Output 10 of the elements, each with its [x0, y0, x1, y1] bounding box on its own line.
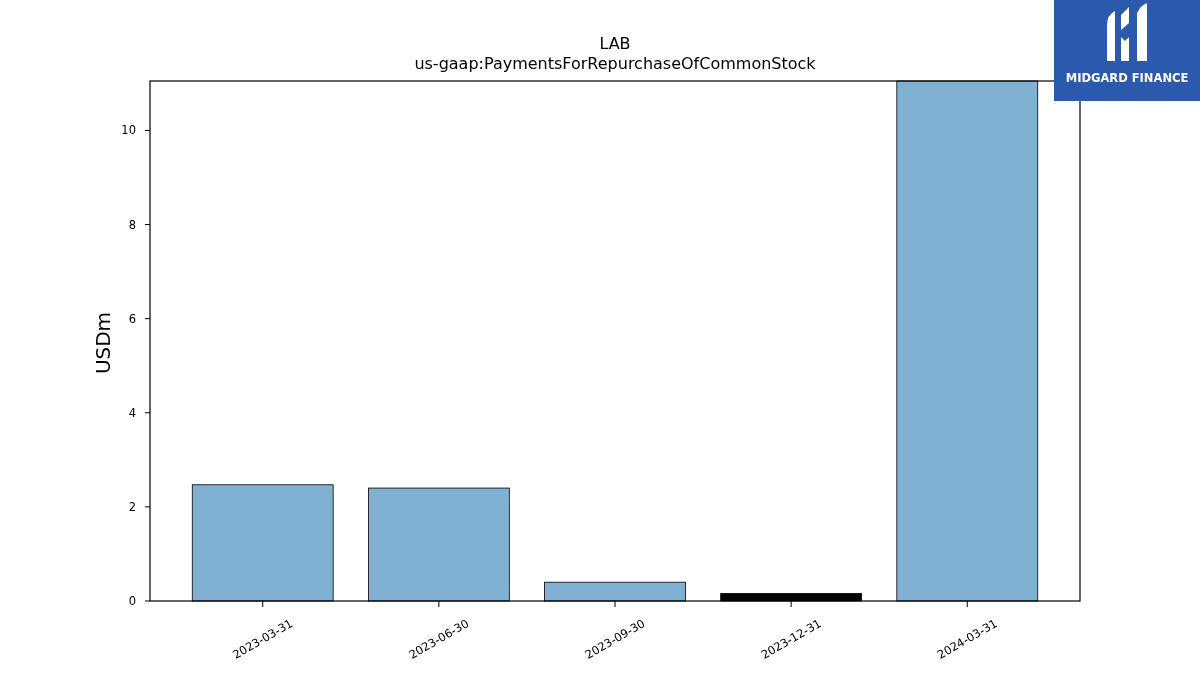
logo-text: MIDGARD FINANCE — [1065, 71, 1189, 85]
y-tick-label: 0 — [128, 594, 136, 608]
chart-title: LAB — [599, 34, 631, 53]
y-tick-label: 10 — [121, 123, 136, 138]
y-tick-label: 4 — [128, 405, 136, 420]
y-tick-label: 6 — [128, 311, 136, 326]
y-tick-label: 2 — [128, 499, 136, 514]
y-tick-label: 8 — [128, 217, 136, 232]
y-axis-label: USDm — [91, 311, 115, 375]
chart-title: us-gaap:PaymentsForRepurchaseOfCommonStock — [414, 54, 816, 73]
